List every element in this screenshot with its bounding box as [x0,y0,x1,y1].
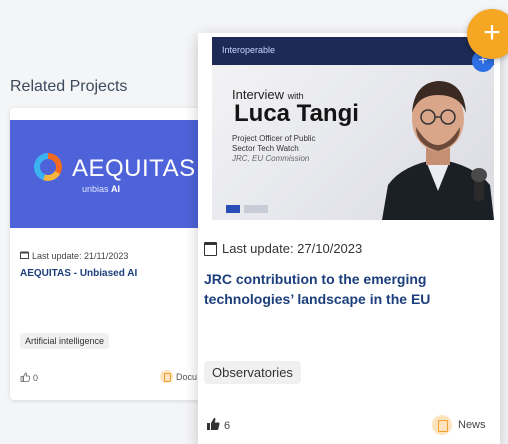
tag-chip[interactable]: Observatories [204,361,301,384]
content-type-label: Docu [176,371,198,382]
last-update-text: Last update: 21/11/2023 [32,251,129,261]
card-title-link[interactable]: AEQUITAS - Unbiased AI [20,268,137,279]
like-button[interactable]: 6 [206,417,230,434]
like-count: 0 [33,373,39,383]
tag-chip[interactable]: Artificial intelligence [20,333,110,349]
like-button[interactable]: 0 [20,372,38,384]
section-title: Related Projects [10,78,128,95]
person-photo [382,81,494,220]
project-card-aequitas[interactable]: AEQUITAS unbias AI Last update: 21/11/20… [10,108,225,400]
image-person-role: Project Officer of Public Sector Tech Wa… [232,134,316,163]
content-type-badge: News [432,415,486,435]
image-person-name: Luca Tangi [234,100,359,127]
aequitas-logo-text: AEQUITAS [72,155,196,182]
aequitas-logo-subtext: unbias AI [82,184,121,194]
last-update: Last update: 27/10/2023 [204,241,362,256]
eu-logo-text [244,205,268,213]
aequitas-banner-image: AEQUITAS unbias AI [10,120,225,228]
last-update: Last update: 21/11/2023 [20,251,128,261]
thumbs-up-icon [20,372,31,384]
news-icon [432,415,452,435]
like-count: 6 [224,419,231,432]
eu-flag-icon [226,205,240,213]
content-type-badge: Docu [160,370,197,383]
content-type-label: News [458,419,486,431]
image-brand-text: Interoperable [222,45,276,55]
calendar-icon [204,241,217,256]
image-header-bar: Interoperable [212,37,494,65]
interview-image: Interoperable Interview with Luca Tangi … [212,37,494,220]
aequitas-logo-icon [34,153,62,181]
last-update-text: Last update: 27/10/2023 [222,241,363,256]
document-icon [160,370,173,383]
thumbs-up-icon [206,417,220,434]
card-title-link[interactable]: JRC contribution to the emerging technol… [204,269,489,309]
calendar-icon [20,251,29,261]
